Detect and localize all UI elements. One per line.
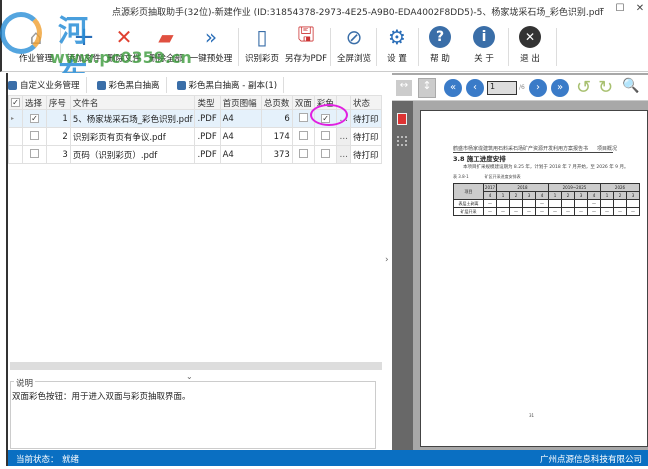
description-label: 说明 bbox=[14, 377, 36, 389]
duplex-checkbox[interactable] bbox=[291, 145, 315, 164]
viewer-toolbar: ↔ ↕ « ‹ 1 /6 › » ↺ ↻ 🔍 bbox=[392, 75, 648, 101]
status-cell: 待打印 bbox=[349, 109, 383, 128]
user-icon bbox=[8, 80, 17, 90]
duplex-checkbox[interactable] bbox=[291, 127, 315, 146]
table-row[interactable]: 3 页码（识别彩页）.pdf .PDF A4 373 … 待打印 bbox=[8, 145, 383, 164]
status-bar: 当前状态： 就绪 广州点源信息科技有限公司 bbox=[6, 450, 648, 466]
bookmark-icon[interactable] bbox=[397, 113, 407, 125]
fullscreen-button[interactable]: ⊘ 全屏浏览 bbox=[332, 22, 376, 72]
col-status[interactable]: 状态 bbox=[349, 95, 383, 110]
double-chevron-icon: » bbox=[204, 25, 218, 49]
col-size[interactable]: 首页图幅 bbox=[219, 95, 262, 110]
col-no[interactable]: 序号 bbox=[45, 95, 71, 110]
collapse-panel-icon[interactable]: › bbox=[385, 255, 389, 265]
last-page-icon[interactable]: » bbox=[551, 79, 569, 97]
add-file-button[interactable]: + 添加文件 bbox=[64, 22, 104, 72]
more-button[interactable]: … bbox=[336, 127, 351, 146]
save-pdf-button[interactable]: 🖫 另存为PDF bbox=[284, 22, 328, 72]
filename: 页码（识别彩页）.pdf bbox=[69, 145, 196, 164]
row-select-checkbox[interactable] bbox=[22, 127, 47, 146]
col-select[interactable]: 选择 bbox=[22, 95, 47, 110]
pdf-save-icon: 🖫 bbox=[297, 22, 315, 46]
exit-icon: ✕ bbox=[510, 22, 550, 52]
col-pages[interactable]: 总页数 bbox=[260, 95, 293, 110]
about-button[interactable]: i关 于 bbox=[464, 22, 504, 72]
thumbnails-icon[interactable] bbox=[397, 136, 407, 146]
help-icon: ? bbox=[420, 22, 460, 52]
first-page-icon[interactable]: « bbox=[444, 79, 462, 97]
select-all-checkbox[interactable]: ✓ bbox=[8, 95, 23, 110]
tab-color-bw-copy[interactable]: 彩色黑白抽离 - 副本(1) bbox=[176, 77, 285, 93]
zoom-in-icon[interactable]: 🔍 bbox=[622, 78, 639, 94]
color-checkbox[interactable] bbox=[313, 127, 338, 146]
horizontal-scrollbar[interactable] bbox=[10, 362, 382, 370]
maximize-button[interactable]: ☐ bbox=[612, 3, 628, 17]
row-indicator-icon: ▸ bbox=[8, 109, 23, 128]
rotate-right-icon[interactable]: ↻ bbox=[598, 77, 613, 98]
job-tabs: 自定义业务管理 彩色黑白抽离 彩色黑白抽离 - 副本(1) bbox=[8, 77, 285, 93]
page-total: /6 bbox=[519, 84, 525, 91]
job-manage-button[interactable]: ⌂ 作业管理 bbox=[16, 22, 56, 72]
x-icon: ✕ bbox=[115, 25, 133, 49]
eraser-icon: ▰ bbox=[158, 25, 174, 49]
splitter-down-icon[interactable]: ⌄ bbox=[186, 372, 193, 381]
more-button[interactable]: … bbox=[336, 145, 351, 164]
filename: 5、杨家垅采石场_彩色识别.pdf bbox=[69, 109, 196, 128]
minimize-button[interactable]: – bbox=[594, 3, 610, 17]
user-icon bbox=[176, 80, 186, 90]
user-icon bbox=[96, 80, 106, 90]
settings-button[interactable]: ⚙ 设 置 bbox=[376, 22, 418, 72]
table-row[interactable]: 2 识别彩页有页有争议.pdf .PDF A4 174 … 待打印 bbox=[8, 127, 383, 146]
pages-icon: ▯ bbox=[256, 25, 268, 49]
title-bar: 点源彩页抽取助手(32位)-新建作业 (ID:31854378-2973-4E2… bbox=[0, 0, 648, 22]
exit-button[interactable]: ✕ 退 出 bbox=[510, 22, 550, 72]
fit-width-icon[interactable]: ↔ bbox=[396, 80, 412, 96]
row-select-checkbox[interactable]: ✓ bbox=[22, 109, 47, 128]
tab-color-bw[interactable]: 彩色黑白抽离 bbox=[96, 77, 167, 93]
status-cell: 待打印 bbox=[349, 127, 383, 146]
window-title: 点源彩页抽取助手(32位)-新建作业 (ID:31854378-2973-4E2… bbox=[112, 8, 604, 18]
pdf-page: 鹤盛市杨家垅建筑用石料采石场矿产资源开发利用方案报告书 项目概况 3.8 施工进… bbox=[420, 110, 648, 447]
plus-icon: + bbox=[73, 22, 95, 52]
col-type[interactable]: 类型 bbox=[194, 95, 221, 110]
compass-icon: ⊘ bbox=[345, 25, 363, 49]
status-cell: 待打印 bbox=[349, 145, 383, 164]
row-select-checkbox[interactable] bbox=[22, 145, 47, 164]
status-value: 就绪 bbox=[62, 455, 80, 465]
delete-all-button[interactable]: ▰ 删除全部 bbox=[144, 22, 188, 72]
schedule-table: 项目 2017 2018 2019~2025 2026 412341234123 表层土… bbox=[453, 183, 640, 216]
home-icon: ⌂ bbox=[29, 25, 43, 49]
gear-icon: ⚙ bbox=[388, 25, 406, 49]
delete-file-button[interactable]: ✕ 删除文件 bbox=[104, 22, 144, 72]
col-duplex[interactable]: 双面 bbox=[291, 95, 315, 110]
color-checkbox[interactable] bbox=[313, 145, 338, 164]
next-page-icon[interactable]: › bbox=[529, 79, 547, 97]
close-button[interactable]: ✕ bbox=[632, 3, 648, 17]
page-input[interactable]: 1 bbox=[487, 81, 517, 95]
description-text: 双面彩色按钮：用于进入双面与彩页抽取界面。 bbox=[12, 392, 191, 402]
fit-height-icon[interactable]: ↕ bbox=[418, 78, 436, 98]
highlight-circle bbox=[310, 104, 348, 126]
status-label: 当前状态： bbox=[16, 455, 59, 465]
info-icon: i bbox=[464, 22, 504, 52]
preprocess-button[interactable]: » 一键预处理 bbox=[188, 22, 234, 72]
viewer-sidebar bbox=[392, 101, 413, 450]
help-button[interactable]: ? 帮 助 bbox=[420, 22, 460, 72]
detect-color-button[interactable]: ▯ 识别彩页 bbox=[240, 22, 284, 72]
company-name: 广州点源信息科技有限公司 bbox=[539, 455, 642, 465]
rotate-left-icon[interactable]: ↺ bbox=[576, 77, 591, 98]
filename: 识别彩页有页有争议.pdf bbox=[69, 127, 196, 146]
toolbar: ⌂ 作业管理 + 添加文件 ✕ 删除文件 ▰ 删除全部 » 一键预处理 ▯ 识别彩页 🖫 另存… bbox=[0, 22, 648, 72]
tab-custom-business[interactable]: 自定义业务管理 bbox=[8, 77, 87, 93]
col-filename[interactable]: 文件名 bbox=[69, 95, 196, 110]
prev-page-icon[interactable]: ‹ bbox=[466, 79, 484, 97]
